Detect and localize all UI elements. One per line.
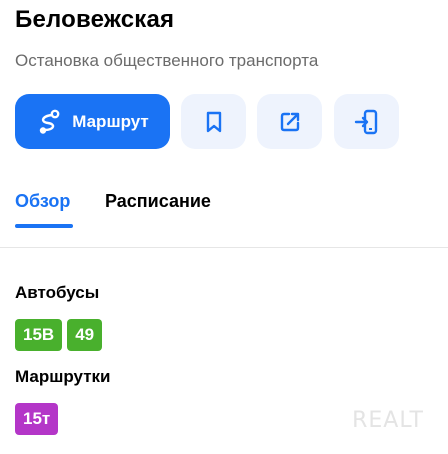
route-badge[interactable]: 15В [15, 319, 63, 351]
watermark: REALT [352, 408, 424, 433]
send-to-phone-button[interactable] [334, 94, 399, 149]
bookmark-button[interactable] [181, 94, 246, 149]
active-tab-indicator [15, 224, 73, 228]
share-button[interactable] [257, 94, 322, 149]
send-to-phone-icon [354, 109, 377, 134]
bus-route-list: 15В 49 [15, 319, 107, 351]
section-title-minibuses: Маршрутки [15, 367, 111, 386]
route-button[interactable]: Маршрут [15, 94, 170, 149]
route-badge[interactable]: 15т [15, 403, 59, 435]
route-button-label: Маршрут [72, 111, 149, 131]
tab-schedule[interactable]: Расписание [105, 191, 211, 212]
divider [0, 247, 448, 248]
bookmark-icon [206, 111, 221, 132]
share-icon [280, 112, 299, 131]
minibus-route-list: 15т [15, 403, 63, 435]
route-badge[interactable]: 49 [67, 319, 103, 351]
stop-subtitle: Остановка общественного транспорта [15, 51, 319, 70]
tab-overview[interactable]: Обзор [15, 191, 70, 212]
section-title-buses: Автобусы [15, 283, 100, 302]
stop-title: Беловежская [15, 6, 175, 33]
route-icon [40, 109, 60, 134]
